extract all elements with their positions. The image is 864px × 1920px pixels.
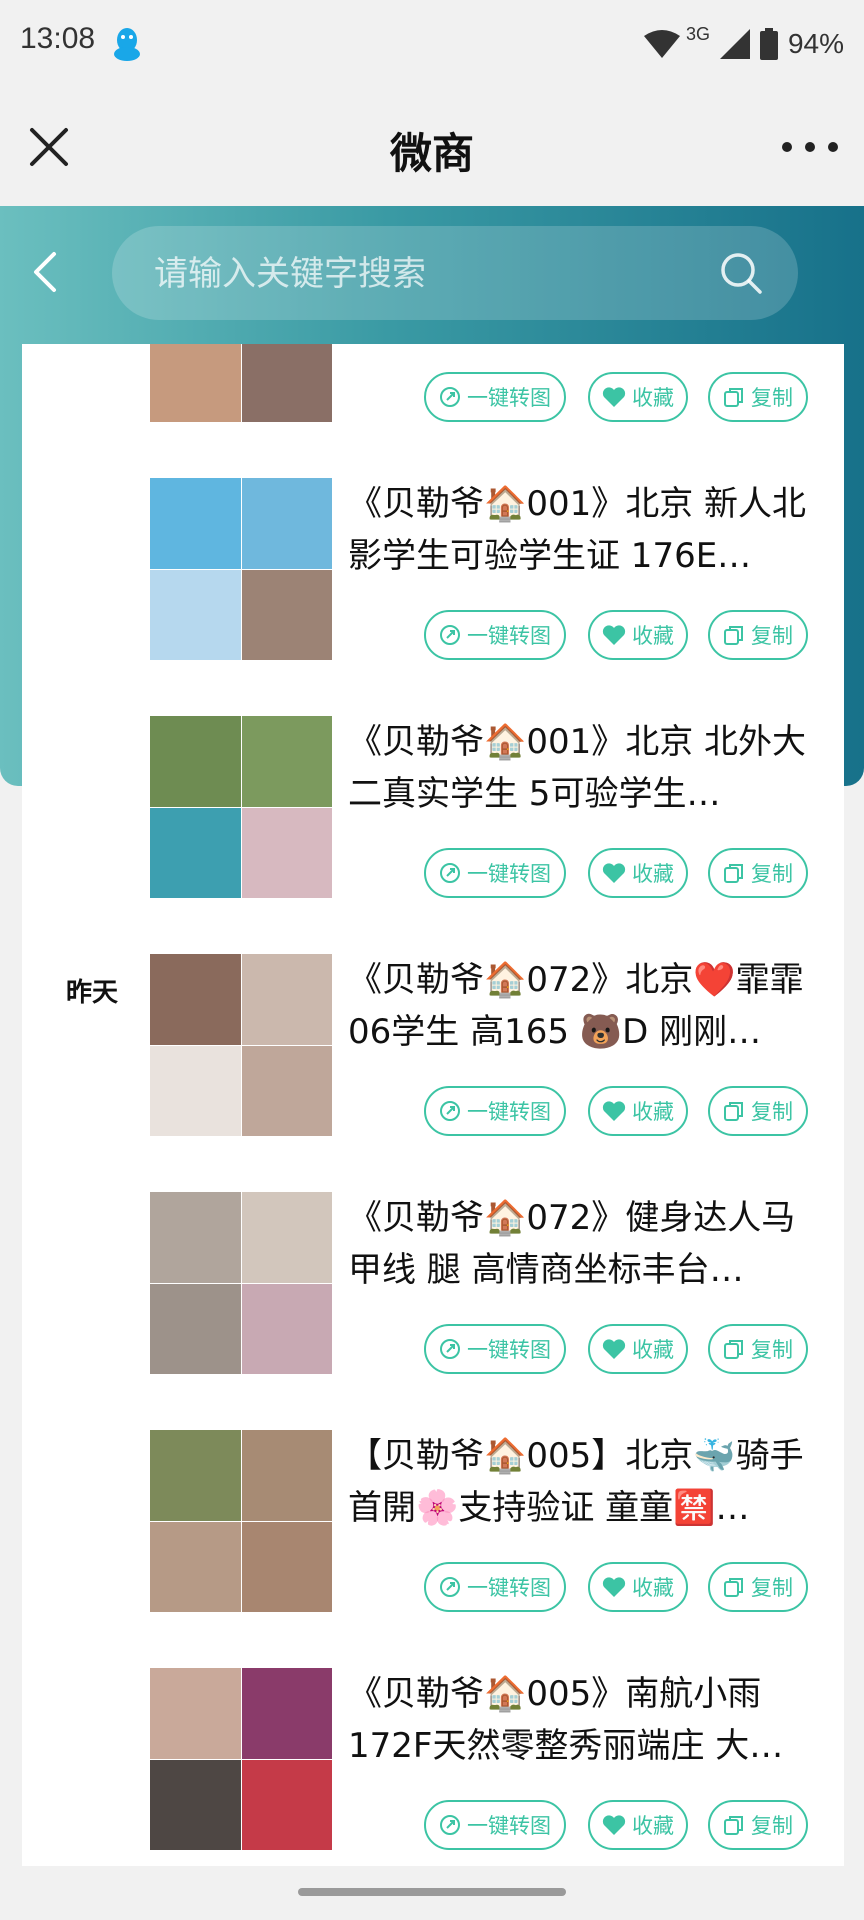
item-thumbnail[interactable]	[150, 1192, 332, 1374]
heart-icon	[602, 1339, 626, 1359]
search-input[interactable]	[152, 226, 696, 322]
copy-icon	[724, 864, 743, 883]
list-item[interactable]: 《贝勒爷🏠005》南航小雨172F天然零整秀丽端庄 大… 一键转图 收藏 复制	[22, 1668, 844, 1866]
battery-icon	[759, 28, 778, 60]
network-type: 3G	[685, 23, 710, 44]
list-item[interactable]: 《贝勒爷🏠072》健身达人马甲线 腿 高情商坐标丰台… 一键转图 收藏 复制	[22, 1192, 844, 1430]
copy-icon	[724, 1578, 743, 1597]
title-bar: 微商	[0, 92, 864, 204]
copy-button[interactable]: 复制	[708, 848, 808, 898]
copy-button[interactable]: 复制	[708, 1324, 808, 1374]
copy-button[interactable]: 复制	[708, 1086, 808, 1136]
copy-icon	[724, 626, 743, 645]
wifi-icon	[643, 30, 680, 58]
convert-icon	[440, 1577, 460, 1597]
content-panel: 昨天 一键转图 收藏 复制 《贝勒爷🏠001》北京 新人北影学生可验学生证 17…	[22, 344, 844, 1866]
list-item[interactable]: 《贝勒爷🏠001》北京 新人北影学生可验学生证 176E… 一键转图 收藏 复制	[22, 478, 844, 716]
qq-icon	[114, 28, 140, 61]
convert-image-button[interactable]: 一键转图	[424, 610, 566, 660]
item-thumbnail[interactable]	[150, 954, 332, 1136]
status-time: 13:08	[20, 22, 96, 55]
copy-button[interactable]: 复制	[708, 1800, 808, 1850]
convert-icon	[440, 863, 460, 883]
list-item[interactable]: 【贝勒爷🏠005】北京🐳骑手首開🌸支持验证 童童🈲… 一键转图 收藏 复制	[22, 1430, 844, 1668]
copy-icon	[724, 388, 743, 407]
convert-icon	[440, 1815, 460, 1835]
convert-icon	[440, 1101, 460, 1121]
copy-button[interactable]: 复制	[708, 610, 808, 660]
copy-button[interactable]: 复制	[708, 372, 808, 422]
list-item[interactable]: 《贝勒爷🏠001》北京 北外大二真实学生 5可验学生… 一键转图 收藏 复制	[22, 716, 844, 954]
item-thumbnail[interactable]	[150, 1430, 332, 1612]
copy-button[interactable]: 复制	[708, 1562, 808, 1612]
favorite-button[interactable]: 收藏	[588, 1800, 688, 1850]
copy-icon	[724, 1340, 743, 1359]
favorite-button[interactable]: 收藏	[588, 1562, 688, 1612]
item-title[interactable]: 《贝勒爷🏠001》北京 北外大二真实学生 5可验学生…	[348, 716, 808, 820]
item-title[interactable]: 《贝勒爷🏠072》北京❤️霏霏 06学生 高165 🐻D 刚刚…	[348, 954, 808, 1058]
item-thumbnail[interactable]	[150, 1668, 332, 1850]
signal-icon	[719, 29, 750, 59]
convert-image-button[interactable]: 一键转图	[424, 372, 566, 422]
battery-percent: 94%	[787, 28, 844, 59]
favorite-button[interactable]: 收藏	[588, 610, 688, 660]
favorite-button[interactable]: 收藏	[588, 1086, 688, 1136]
search-box[interactable]	[112, 226, 798, 322]
back-arrow-icon[interactable]	[24, 246, 68, 298]
item-thumbnail[interactable]	[150, 716, 332, 898]
item-thumbnail[interactable]	[150, 344, 332, 422]
item-title[interactable]: 《贝勒爷🏠072》健身达人马甲线 腿 高情商坐标丰台…	[348, 1192, 808, 1296]
convert-icon	[440, 1339, 460, 1359]
heart-icon	[602, 1101, 626, 1121]
more-dots-icon[interactable]	[782, 124, 838, 170]
heart-icon	[602, 1815, 626, 1835]
convert-image-button[interactable]: 一键转图	[424, 1324, 566, 1374]
list-item[interactable]: 一键转图 收藏 复制	[22, 344, 844, 478]
home-indicator[interactable]	[298, 1888, 566, 1896]
page-title: 微商	[389, 129, 474, 178]
search-icon[interactable]	[718, 250, 764, 296]
convert-image-button[interactable]: 一键转图	[424, 1086, 566, 1136]
favorite-button[interactable]: 收藏	[588, 1324, 688, 1374]
item-title[interactable]: 《贝勒爷🏠005》南航小雨172F天然零整秀丽端庄 大…	[348, 1668, 808, 1772]
item-title[interactable]: 《贝勒爷🏠001》北京 新人北影学生可验学生证 176E…	[348, 478, 808, 582]
copy-icon	[724, 1102, 743, 1121]
favorite-button[interactable]: 收藏	[588, 848, 688, 898]
convert-image-button[interactable]: 一键转图	[424, 848, 566, 898]
heart-icon	[602, 387, 626, 407]
convert-icon	[440, 625, 460, 645]
convert-image-button[interactable]: 一键转图	[424, 1800, 566, 1850]
favorite-button[interactable]: 收藏	[588, 372, 688, 422]
heart-icon	[602, 625, 626, 645]
heart-icon	[602, 863, 626, 883]
item-title[interactable]: 【贝勒爷🏠005】北京🐳骑手首開🌸支持验证 童童🈲…	[348, 1430, 808, 1534]
convert-icon	[440, 387, 460, 407]
list-item[interactable]: 《贝勒爷🏠072》北京❤️霏霏 06学生 高165 🐻D 刚刚… 一键转图 收藏…	[22, 954, 844, 1192]
item-thumbnail[interactable]	[150, 478, 332, 660]
copy-icon	[724, 1816, 743, 1835]
convert-image-button[interactable]: 一键转图	[424, 1562, 566, 1612]
status-bar: 13:08 3G 94%	[0, 0, 864, 92]
heart-icon	[602, 1577, 626, 1597]
